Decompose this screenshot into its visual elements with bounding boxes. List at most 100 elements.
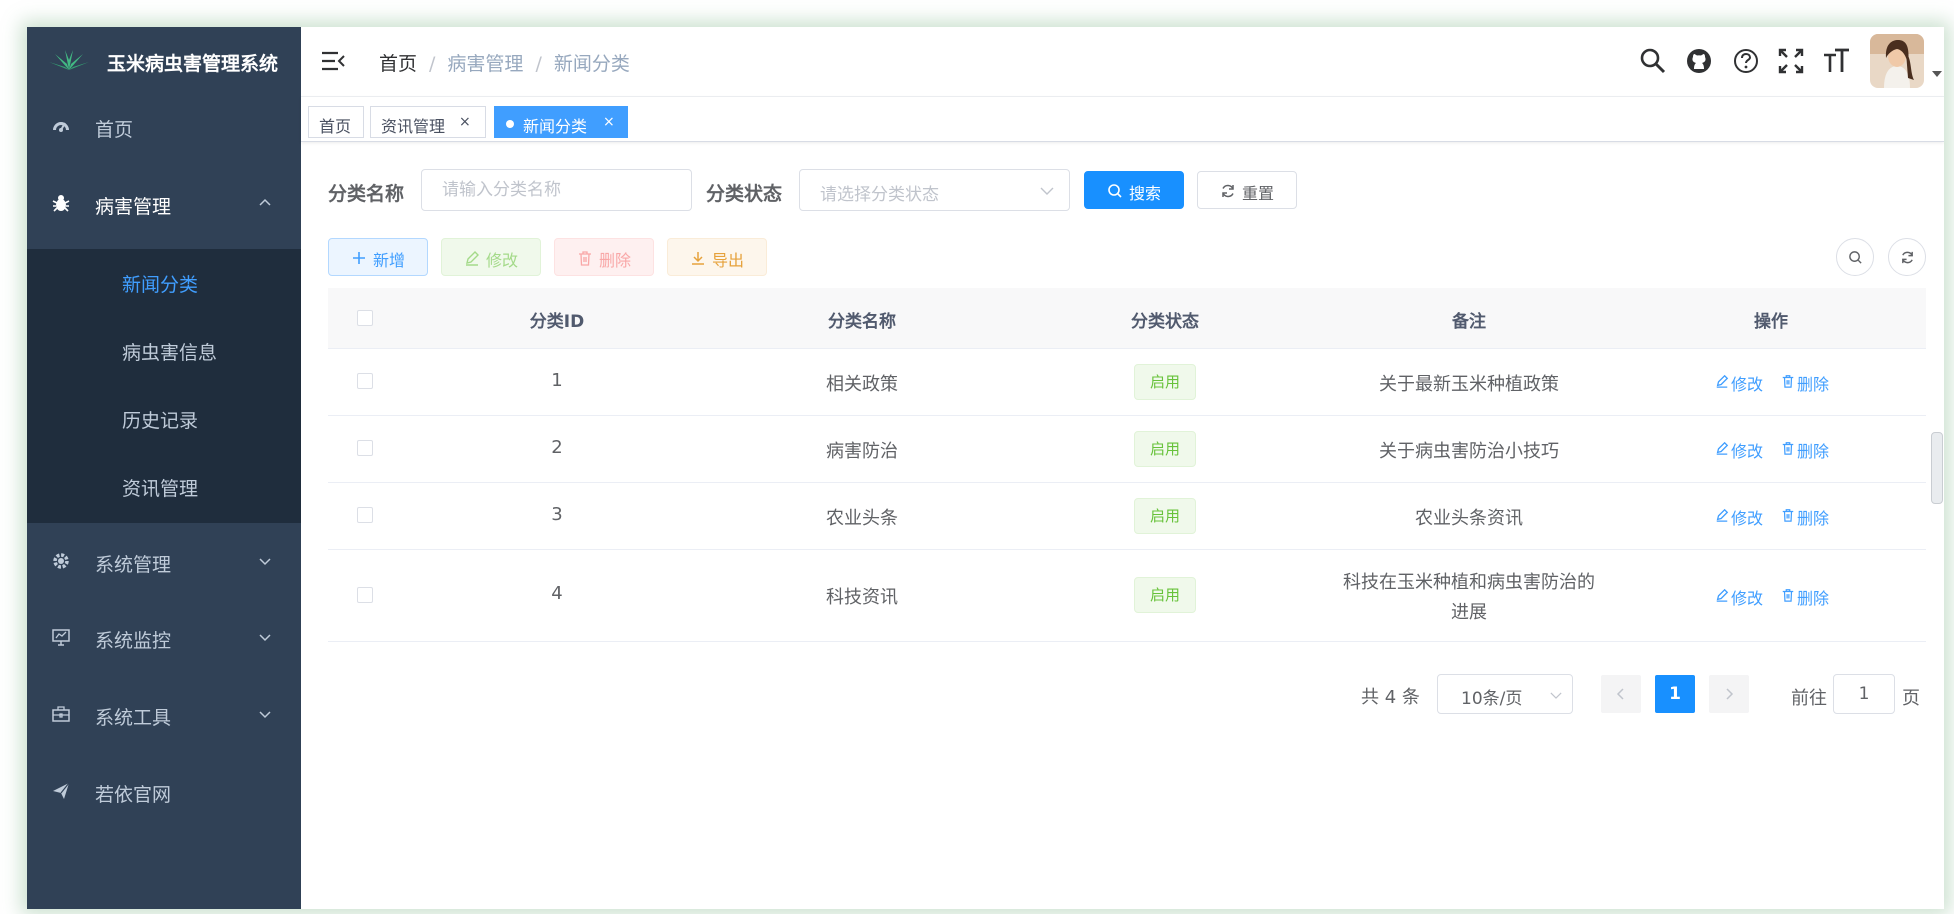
sidebar-item-label: 若依官网 (95, 784, 172, 806)
edit-icon (1716, 374, 1729, 388)
category-status-select[interactable]: 请选择分类状态 (799, 169, 1070, 211)
sidebar-subitem-label: 资讯管理 (122, 478, 199, 500)
delete-icon (1782, 589, 1794, 602)
sidebar-item-label: 系统监控 (95, 630, 172, 652)
breadcrumb-news-category: 新闻分类 (553, 53, 630, 75)
sidebar-item-system-tools[interactable]: 系统工具 (27, 682, 301, 750)
goto-page-input[interactable] (1834, 675, 1894, 713)
cell-name: 相关政策 (826, 374, 898, 395)
tag-home[interactable]: 首页 (308, 106, 364, 138)
edit-button-label: 修改 (486, 251, 519, 270)
avatar[interactable] (1870, 34, 1924, 88)
logo-icon (49, 50, 89, 70)
breadcrumb-separator: / (429, 53, 436, 75)
search-button-label: 搜索 (1129, 184, 1162, 203)
category-name-label: 分类名称 (328, 183, 405, 205)
category-name-input-wrapper (421, 169, 692, 211)
cell-remark: 关于最新玉米种植政策 (1379, 374, 1559, 395)
category-name-input[interactable] (422, 170, 691, 210)
breadcrumb-home[interactable]: 首页 (379, 53, 417, 75)
delete-button[interactable]: 删除 (554, 238, 654, 276)
close-icon[interactable]: × (603, 114, 615, 130)
scrollbar-thumb[interactable] (1931, 432, 1943, 504)
cell-id: 2 (551, 437, 563, 458)
plus-icon (353, 252, 365, 264)
tag-news-management[interactable]: 资讯管理 × (370, 106, 486, 138)
toolbox-icon (52, 706, 70, 722)
row-checkbox[interactable] (357, 373, 373, 389)
github-icon[interactable] (1685, 47, 1713, 75)
next-page-button[interactable] (1709, 675, 1749, 713)
download-icon (692, 252, 704, 265)
prev-page-button[interactable] (1601, 675, 1641, 713)
table-row: 3 农业头条 启用 农业头条资讯 修改 删除 (328, 483, 1926, 550)
table-row: 1 相关政策 启用 关于最新玉米种植政策 修改 删除 (328, 349, 1926, 416)
select-all-checkbox[interactable] (357, 310, 373, 326)
sidebar-subitem-news-category[interactable]: 新闻分类 (27, 249, 301, 317)
delete-icon (1782, 442, 1794, 455)
row-checkbox[interactable] (357, 507, 373, 523)
app-window: 玉米病虫害管理系统 首页 病害管理 新闻分类 病虫害信息 历史记录 资讯管理 系… (27, 27, 1944, 909)
close-icon[interactable]: × (459, 114, 471, 130)
sidebar-item-label: 病害管理 (95, 196, 172, 218)
row-checkbox[interactable] (357, 440, 373, 456)
sidebar-item-label: 系统工具 (95, 707, 172, 729)
paper-plane-icon (53, 782, 70, 799)
fullscreen-icon[interactable] (1777, 47, 1805, 75)
chevron-up-icon (259, 198, 271, 206)
reset-button-label: 重置 (1242, 184, 1275, 203)
monitor-icon (52, 629, 70, 646)
cell-remark-line1: 科技在玉米种植和病虫害防治的 (1343, 572, 1595, 593)
status-badge: 启用 (1134, 431, 1196, 467)
cell-id: 4 (551, 583, 563, 604)
sidebar-item-system-monitor[interactable]: 系统监控 (27, 605, 301, 673)
cell-name: 科技资讯 (826, 587, 898, 608)
add-button[interactable]: 新增 (328, 238, 428, 276)
tags-view: 首页 资讯管理 × 新闻分类 × (301, 97, 1944, 142)
tag-news-category[interactable]: 新闻分类 × (494, 106, 628, 138)
column-header-status: 分类状态 (1131, 312, 1199, 332)
sidebar-item-ruoyi-site[interactable]: 若依官网 (27, 759, 301, 827)
row-delete-label: 删除 (1797, 442, 1830, 461)
search-button[interactable]: 搜索 (1084, 171, 1184, 209)
sidebar-subitem-history[interactable]: 历史记录 (27, 385, 301, 453)
breadcrumb: 首页 / 病害管理 / 新闻分类 (379, 49, 630, 76)
delete-icon (579, 251, 591, 266)
help-icon[interactable] (1732, 47, 1760, 75)
sidebar-item-home[interactable]: 首页 (27, 94, 301, 162)
table-row: 4 科技资讯 启用 科技在玉米种植和病虫害防治的 进展 修改 删除 (328, 550, 1926, 642)
category-status-label: 分类状态 (706, 183, 783, 205)
app-title: 玉米病虫害管理系统 (107, 53, 279, 75)
export-button[interactable]: 导出 (667, 238, 767, 276)
cell-id: 3 (551, 504, 563, 525)
row-delete-label: 删除 (1797, 375, 1830, 394)
toggle-search-button[interactable] (1836, 238, 1874, 276)
edit-button[interactable]: 修改 (441, 238, 541, 276)
hamburger-icon[interactable] (321, 51, 345, 71)
tag-label: 首页 (319, 117, 352, 136)
sidebar-subitem-news-management[interactable]: 资讯管理 (27, 453, 301, 521)
sidebar-item-system-management[interactable]: 系统管理 (27, 529, 301, 597)
table-header: 分类ID 分类名称 分类状态 备注 操作 (328, 288, 1926, 349)
edit-icon (466, 251, 479, 266)
logo[interactable]: 玉米病虫害管理系统 (27, 27, 301, 94)
page-size-select[interactable]: 10条/页 (1437, 674, 1573, 714)
cell-name: 农业头条 (826, 508, 898, 529)
gear-icon (53, 553, 69, 569)
row-delete-label: 删除 (1797, 509, 1830, 528)
caret-down-icon[interactable] (1932, 71, 1942, 77)
reset-button[interactable]: 重置 (1197, 171, 1297, 209)
sidebar-item-disease-management[interactable]: 病害管理 (27, 171, 301, 239)
sidebar-subitem-label: 历史记录 (122, 410, 199, 432)
page-number-current[interactable]: 1 (1655, 675, 1695, 713)
delete-button-label: 删除 (599, 251, 632, 270)
table-row: 2 病害防治 启用 关于病虫害防治小技巧 修改 删除 (328, 416, 1926, 483)
search-icon[interactable] (1639, 47, 1667, 75)
sidebar-subitem-pest-info[interactable]: 病虫害信息 (27, 317, 301, 385)
chevron-down-icon (259, 634, 271, 642)
font-size-icon[interactable] (1822, 47, 1850, 75)
refresh-table-button[interactable] (1888, 238, 1926, 276)
row-checkbox[interactable] (357, 587, 373, 603)
edit-icon (1716, 441, 1729, 455)
status-badge: 启用 (1134, 498, 1196, 534)
